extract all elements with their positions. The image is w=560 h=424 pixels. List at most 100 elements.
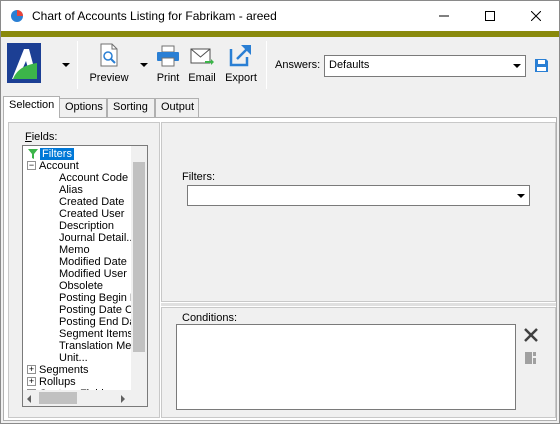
tree-item-label: Posting Date C xyxy=(59,304,131,316)
tree-item[interactable]: − Account xyxy=(27,160,79,172)
tree-item-label: Created Date xyxy=(59,196,125,208)
export-label: Export xyxy=(225,72,257,84)
tab-options[interactable]: Options xyxy=(59,98,107,117)
tab-selection[interactable]: Selection xyxy=(3,96,60,118)
panel-splitter[interactable] xyxy=(161,303,556,306)
fields-tree[interactable]: Filters − Account Account Code Alias Created … xyxy=(22,145,148,407)
fields-label: Fields: xyxy=(25,131,58,143)
tree-item-label: Account Code xyxy=(59,172,129,184)
email-button[interactable]: Email xyxy=(186,41,218,89)
window-title: Chart of Accounts Listing for Fabrikam -… xyxy=(32,9,277,23)
answers-dropdown[interactable]: Defaults xyxy=(324,55,526,77)
answers-label: Answers: xyxy=(275,59,321,71)
conditions-label: Conditions: xyxy=(182,312,238,324)
tree-item-label: Segments xyxy=(39,364,89,376)
filter-icon xyxy=(28,149,38,159)
printer-icon xyxy=(157,45,179,67)
tree-item-label: Obsolete xyxy=(59,280,104,292)
tree-item[interactable]: Modified Date xyxy=(59,256,127,268)
preview-dropdown-icon[interactable] xyxy=(139,61,149,69)
tree-item-label: Translation Me xyxy=(59,340,131,352)
tree-item-label: Posting Begin D xyxy=(59,292,131,304)
tree-item[interactable]: Posting End Da xyxy=(59,316,131,328)
tree-item-label: Description xyxy=(59,220,115,232)
preview-icon xyxy=(100,43,118,67)
tree-item[interactable]: Memo xyxy=(59,244,90,256)
filters-panel: Filters: xyxy=(161,122,556,302)
toolbar-separator xyxy=(266,41,267,89)
tab-output[interactable]: Output xyxy=(155,98,199,117)
answers-value: Defaults xyxy=(329,59,370,71)
scroll-right-icon[interactable] xyxy=(121,395,125,403)
tree-item[interactable]: Filters xyxy=(27,148,74,160)
tree-item[interactable]: Posting Date C xyxy=(59,304,131,316)
tree-item[interactable]: Translation Me xyxy=(59,340,131,352)
tree-item-label: Unit... xyxy=(59,352,88,364)
edit-condition-icon[interactable] xyxy=(524,350,538,366)
title-bar: Chart of Accounts Listing for Fabrikam -… xyxy=(1,1,559,31)
tree-item[interactable]: Unit... xyxy=(59,352,88,364)
tab-sorting[interactable]: Sorting xyxy=(107,98,155,117)
minimize-icon xyxy=(439,15,449,17)
filters-dropdown[interactable] xyxy=(187,185,530,206)
save-icon[interactable] xyxy=(534,58,549,73)
tree-item[interactable]: Segment Items xyxy=(59,328,131,340)
tree-item-label: Modified Date xyxy=(59,256,127,268)
logo-dropdown-icon[interactable] xyxy=(61,61,71,69)
tree-item[interactable]: Journal Detail... xyxy=(59,232,131,244)
scroll-left-icon[interactable] xyxy=(27,395,31,403)
email-icon xyxy=(190,48,214,65)
tree-item-label: Account xyxy=(39,160,79,172)
scrollbar-corner xyxy=(131,390,147,406)
horizontal-scrollbar[interactable] xyxy=(23,390,131,406)
tree-item-label: Segment Items xyxy=(59,328,131,340)
selection-tab-page: Fields: Filters − Account Account Code Alias… xyxy=(3,117,557,421)
toolbar: Preview Print Email Export Answers: Defa… xyxy=(1,37,559,93)
export-icon xyxy=(229,45,251,67)
tree-item[interactable]: Posting Begin D xyxy=(59,292,131,304)
tree-item[interactable]: Account Code xyxy=(59,172,128,184)
conditions-list[interactable] xyxy=(176,324,516,410)
tree-item-label: Posting End Da xyxy=(59,316,131,328)
expand-icon[interactable]: + xyxy=(27,377,36,386)
tree-item-label: Journal Detail... xyxy=(59,232,131,244)
tree-item[interactable]: Modified User xyxy=(59,268,127,280)
app-logo-icon[interactable] xyxy=(7,43,41,83)
preview-button[interactable]: Preview xyxy=(87,41,131,89)
conditions-panel: Conditions: xyxy=(161,307,556,418)
close-icon xyxy=(531,11,541,21)
minimize-button[interactable] xyxy=(421,1,467,31)
tree-item[interactable]: + Rollups xyxy=(27,376,76,388)
delete-condition-icon[interactable] xyxy=(522,326,540,344)
tree-item-label: Rollups xyxy=(39,376,76,388)
tree-item[interactable]: Alias xyxy=(59,184,83,196)
tree-item[interactable]: Created User xyxy=(59,208,124,220)
scroll-thumb[interactable] xyxy=(39,392,77,404)
email-label: Email xyxy=(188,72,216,84)
print-label: Print xyxy=(156,72,180,84)
print-button[interactable]: Print xyxy=(152,41,184,89)
tree-item-label: Created User xyxy=(59,208,125,220)
tab-strip: Selection Options Sorting Output xyxy=(1,96,559,118)
pie-chart-app-icon xyxy=(11,10,23,22)
tree-item-label: Modified User xyxy=(59,268,127,280)
maximize-button[interactable] xyxy=(467,1,513,31)
preview-label: Preview xyxy=(89,72,129,84)
tree-item-label: Alias xyxy=(59,184,83,196)
tree-item[interactable]: + Segments xyxy=(27,364,89,376)
fields-tree-content: Filters − Account Account Code Alias Created … xyxy=(23,146,131,390)
vertical-scrollbar[interactable] xyxy=(131,146,147,390)
filters-label: Filters: xyxy=(182,171,215,183)
tree-item[interactable]: Created Date xyxy=(59,196,124,208)
maximize-icon xyxy=(485,11,495,21)
close-button[interactable] xyxy=(513,1,559,31)
tree-item[interactable]: Obsolete xyxy=(59,280,103,292)
toolbar-separator xyxy=(77,41,78,89)
collapse-icon[interactable]: − xyxy=(27,161,36,170)
expand-icon[interactable]: + xyxy=(27,365,36,374)
tree-item-label: Filters xyxy=(40,148,74,160)
tree-item[interactable]: Description xyxy=(59,220,114,232)
scroll-thumb[interactable] xyxy=(133,162,145,352)
tree-item-label: Memo xyxy=(59,244,90,256)
export-button[interactable]: Export xyxy=(221,41,261,89)
